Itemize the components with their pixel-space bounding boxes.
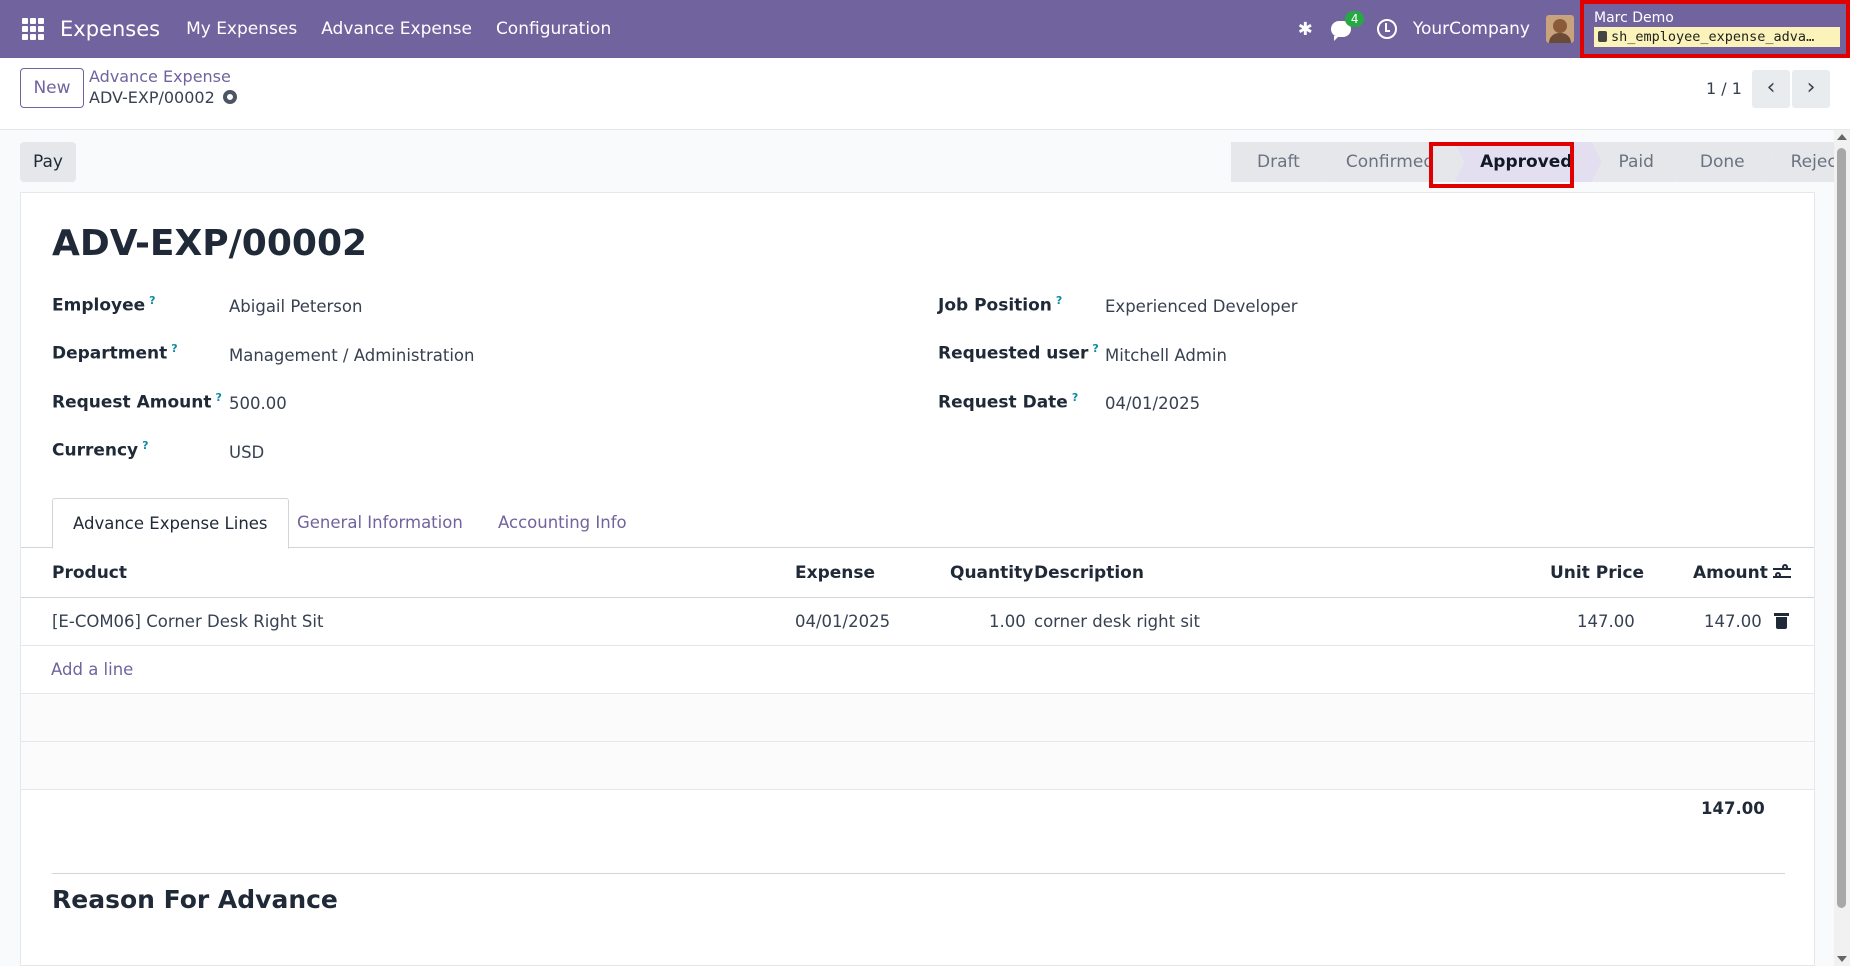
new-button[interactable]: New [20, 68, 84, 108]
request-amount-field[interactable]: 500.00 [229, 394, 287, 413]
section-divider [52, 873, 1785, 874]
tab-accounting-info[interactable]: Accounting Info [478, 498, 647, 548]
top-navbar: Expenses My Expenses Advance Expense Con… [0, 0, 1850, 58]
stage-confirmed[interactable]: Confirmed [1319, 142, 1465, 182]
employee-label: Employee? [52, 294, 156, 316]
breadcrumb-current-label: ADV-EXP/00002 [89, 88, 215, 107]
cell-quantity[interactable]: 1.00 [989, 612, 1026, 631]
stage-done[interactable]: Done [1673, 142, 1775, 182]
menu-my-expenses[interactable]: My Expenses [186, 19, 297, 39]
add-line-link[interactable]: Add a line [51, 660, 133, 679]
form-sheet: ADV-EXP/00002 Employee? Abigail Peterson… [20, 192, 1815, 966]
help-icon[interactable]: ? [1056, 294, 1062, 307]
column-quantity[interactable]: Quantity [950, 563, 1033, 583]
scroll-thumb[interactable] [1837, 148, 1846, 908]
apps-grid-icon[interactable] [22, 18, 44, 40]
cell-product[interactable]: [E-COM06] Corner Desk Right Sit [52, 612, 323, 631]
column-unit-price[interactable]: Unit Price [1550, 563, 1644, 583]
requested-user-field[interactable]: Mitchell Admin [1105, 346, 1227, 365]
job-position-label-text: Job Position [938, 295, 1052, 316]
avatar[interactable] [1546, 15, 1574, 43]
menu-advance-expense[interactable]: Advance Expense [321, 19, 472, 39]
employee-field[interactable]: Abigail Peterson [229, 297, 362, 316]
cell-description[interactable]: corner desk right sit [1034, 612, 1200, 631]
request-amount-label-text: Request Amount [52, 392, 212, 413]
request-date-label: Request Date? [938, 391, 1078, 413]
tab-advance-expense-lines[interactable]: Advance Expense Lines [52, 498, 289, 549]
help-icon[interactable]: ? [149, 294, 155, 307]
status-bar: Draft Confirmed Approved Paid Done Rejec… [1231, 142, 1850, 182]
pager-next-button[interactable]: › [1792, 70, 1830, 108]
tab-general-information[interactable]: General Information [277, 498, 483, 548]
stage-draft[interactable]: Draft [1231, 142, 1330, 182]
scroll-up-arrow-icon[interactable] [1837, 134, 1847, 140]
page-scrollbar[interactable] [1834, 130, 1850, 966]
table-header: Product Expense Quantity Description Uni… [21, 548, 1814, 598]
help-icon[interactable]: ? [1092, 342, 1098, 355]
department-field[interactable]: Management / Administration [229, 346, 474, 365]
column-product[interactable]: Product [52, 563, 127, 583]
user-name: Marc Demo [1594, 10, 1674, 26]
cell-unit-price[interactable]: 147.00 [1577, 612, 1635, 631]
menu-configuration[interactable]: Configuration [496, 19, 611, 39]
breadcrumb-current: ADV-EXP/00002 [89, 88, 237, 107]
currency-label-text: Currency [52, 440, 139, 461]
cell-expense[interactable]: 04/01/2025 [795, 612, 890, 631]
stage-paid[interactable]: Paid [1592, 142, 1685, 182]
help-icon[interactable]: ? [171, 342, 177, 355]
action-status-row: Pay Draft Confirmed Approved Paid Done R… [0, 130, 1850, 192]
optional-columns-icon[interactable] [1773, 564, 1791, 581]
currency-label: Currency? [52, 439, 149, 461]
add-line-row: Add a line [21, 646, 1814, 694]
messaging-button[interactable]: 4 [1330, 11, 1365, 41]
department-label: Department? [52, 342, 178, 364]
requested-user-label: Requested user? [938, 342, 1099, 364]
column-description[interactable]: Description [1034, 563, 1144, 583]
help-icon[interactable]: ? [215, 391, 221, 404]
breadcrumb-parent[interactable]: Advance Expense [89, 67, 231, 86]
empty-row [21, 694, 1814, 742]
database-icon [1598, 31, 1607, 42]
job-position-field[interactable]: Experienced Developer [1105, 297, 1298, 316]
reason-for-advance-title: Reason For Advance [52, 885, 338, 914]
currency-field[interactable]: USD [229, 443, 264, 462]
pager-value[interactable]: 1 / 1 [1706, 79, 1742, 98]
empty-row [21, 742, 1814, 790]
database-name: sh_employee_expense_adva… [1594, 27, 1840, 47]
control-panel: New Advance Expense ADV-EXP/00002 1 / 1 … [0, 58, 1850, 130]
column-expense[interactable]: Expense [795, 563, 875, 583]
request-amount-label: Request Amount? [52, 391, 222, 413]
stage-approved[interactable]: Approved [1454, 142, 1603, 182]
gear-icon[interactable] [222, 90, 237, 104]
database-label: sh_employee_expense_adva… [1611, 29, 1815, 45]
debug-bug-icon[interactable]: ✱ [1298, 19, 1313, 40]
employee-label-text: Employee [52, 295, 146, 316]
chat-count-badge: 4 [1344, 11, 1365, 27]
app-title[interactable]: Expenses [60, 17, 160, 41]
user-menu[interactable]: Marc Demo sh_employee_expense_adva… [1580, 0, 1850, 58]
scroll-down-arrow-icon[interactable] [1837, 956, 1847, 962]
table-row[interactable]: [E-COM06] Corner Desk Right Sit 04/01/20… [21, 598, 1814, 646]
help-icon[interactable]: ? [1072, 391, 1078, 404]
department-label-text: Department [52, 343, 168, 364]
column-amount[interactable]: Amount [1693, 563, 1768, 583]
pay-button[interactable]: Pay [20, 142, 76, 182]
cell-amount[interactable]: 147.00 [1704, 612, 1762, 631]
company-switcher[interactable]: YourCompany [1413, 19, 1530, 39]
activity-clock-icon[interactable] [1376, 19, 1397, 39]
trash-icon[interactable] [1774, 613, 1789, 629]
request-date-label-text: Request Date [938, 392, 1068, 413]
pager-previous-button[interactable]: ‹ [1752, 70, 1790, 108]
notebook-tabs: Advance Expense Lines General Informatio… [21, 498, 1814, 549]
help-icon[interactable]: ? [142, 439, 148, 452]
record-title: ADV-EXP/00002 [52, 223, 368, 264]
request-date-field[interactable]: 04/01/2025 [1105, 394, 1200, 413]
amount-total: 147.00 [1701, 799, 1765, 818]
job-position-label: Job Position? [938, 294, 1062, 316]
requested-user-label-text: Requested user [938, 343, 1089, 364]
